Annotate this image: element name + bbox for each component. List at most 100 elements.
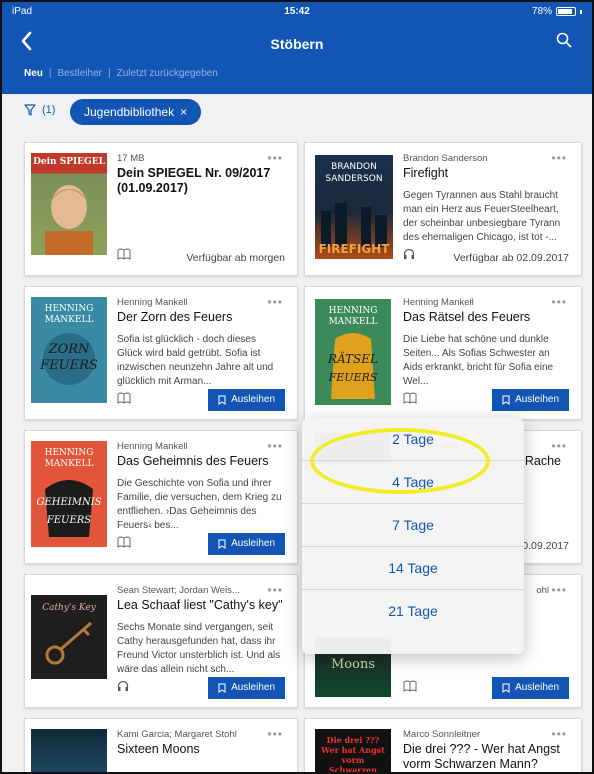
book-title: Sixteen Moons (117, 742, 200, 756)
book-description: Gegen Tyrannen aus Stahl braucht man ein… (403, 190, 561, 243)
book-card[interactable]: HENNING MANKELL ZORN FEUERS Henning Mankell… (24, 286, 298, 420)
search-button[interactable] (556, 32, 574, 50)
book-description: Die Geschichte von Sofia und ihrer Famil… (117, 478, 282, 531)
cover-art: BRANDON SANDERSON FIREFIGHT (319, 162, 391, 256)
book-author: Henning Mankell (117, 297, 188, 308)
book-cover (31, 729, 107, 772)
tab-neu[interactable]: Neu (24, 68, 43, 79)
bookmark-icon (218, 683, 226, 693)
svg-text:BRANDON: BRANDON (331, 162, 377, 172)
more-options-button[interactable]: ••• (267, 151, 283, 165)
book-title: Lea Schaaf liest "Cathy's key" (117, 598, 283, 612)
borrow-button[interactable]: Ausleihen (208, 677, 285, 699)
svg-text:FEUERS: FEUERS (328, 371, 378, 384)
book-card[interactable]: HENNING MANKELL GEHEIMNIS FEUERS Henning Ma… (24, 430, 298, 564)
filter-chip[interactable]: Jugendbibliothek × (70, 99, 202, 125)
tab-zuletzt-zurueckgegeben[interactable]: Zuletzt zurückgegeben (117, 68, 218, 79)
book-meta: Sean Stewart; Jordan Weis... Lea Schaaf … (117, 585, 283, 677)
book-card[interactable]: HENNING MANKELL RÄTSEL FEUERS Henning Manke… (304, 286, 582, 420)
more-options-button[interactable]: ••• (267, 583, 283, 597)
book-title: Die drei ??? - Wer hat Angst vorm Schwar… (403, 742, 560, 771)
svg-text:HENNING: HENNING (329, 306, 378, 316)
bookmark-icon (218, 539, 226, 549)
svg-text:FEUERS: FEUERS (39, 358, 98, 373)
battery-indicator: 78% (532, 6, 582, 17)
more-options-button[interactable]: ••• (551, 583, 567, 597)
book-cover: Die drei ??? Wer hat Angst vorm Schwarze… (315, 729, 391, 772)
more-options-button[interactable]: ••• (551, 151, 567, 165)
filter-button[interactable]: (1) (24, 104, 55, 116)
battery-percent: 78% (531, 6, 552, 17)
book-description: Sechs Monate sind vergangen, seit Cathy … (117, 622, 281, 675)
book-author: Henning Mankell (403, 297, 474, 308)
cover-title: Dein SPIEGEL (33, 157, 105, 167)
book-icon (403, 680, 417, 695)
book-meta: Kami Garcia; Margaret Stohl Sixteen Moon… (117, 729, 283, 757)
loan-option-7-days[interactable]: 7 Tage (302, 504, 524, 547)
chip-remove-icon[interactable]: × (180, 99, 187, 125)
book-description: Die Liebe hat schöne und dunkle Seiten..… (403, 334, 554, 387)
book-author: Marco Sonnleitner (403, 729, 481, 740)
book-cover: HENNING MANKELL GEHEIMNIS FEUERS (31, 441, 107, 547)
svg-text:MANKELL: MANKELL (329, 317, 378, 327)
tab-bestleiher[interactable]: Bestleiher (58, 68, 102, 79)
filter-count: (1) (42, 104, 56, 116)
more-options-button[interactable]: ••• (551, 439, 567, 453)
svg-text:HENNING: HENNING (45, 304, 94, 314)
portrait-illustration (45, 185, 93, 255)
clock: 15:42 (284, 6, 310, 17)
book-author: Henning Mankell (117, 441, 188, 452)
book-cover: HENNING MANKELL ZORN FEUERS (31, 297, 107, 403)
svg-text:SANDERSON: SANDERSON (325, 174, 382, 184)
book-author: Sean Stewart; Jordan Weis... (117, 585, 240, 596)
book-card[interactable]: Cathy's Key Sean Stewart; Jordan Weis...… (24, 574, 298, 708)
book-meta: Henning Mankell Das Rätsel des Feuers Di… (403, 297, 567, 389)
nav-bar: Stöbern (2, 28, 592, 58)
filter-icon (24, 104, 36, 116)
more-options-button[interactable]: ••• (267, 727, 283, 741)
page-title: Stöbern (270, 36, 324, 52)
borrow-button[interactable]: Ausleihen (208, 533, 285, 555)
book-card[interactable]: Die drei ??? Wer hat Angst vorm Schwarze… (304, 718, 582, 772)
svg-text:HENNING: HENNING (45, 448, 94, 458)
svg-text:MANKELL: MANKELL (45, 459, 94, 469)
more-options-button[interactable]: ••• (551, 295, 567, 309)
filter-bar: (1) Jugendbibliothek × (2, 94, 592, 132)
book-meta: Henning Mankell Das Geheimnis des Feuers… (117, 441, 283, 533)
borrow-label: Ausleihen (231, 538, 275, 549)
borrow-button[interactable]: Ausleihen (492, 677, 569, 699)
book-card[interactable]: BRANDON SANDERSON FIREFIGHT Brandon Sander… (304, 142, 582, 276)
cover-art: HENNINGMANKELL GEHEIMNIS FEUERS (36, 448, 102, 537)
key-illustration (45, 621, 92, 665)
more-options-button[interactable]: ••• (551, 727, 567, 741)
borrow-label: Ausleihen (231, 682, 275, 693)
book-meta: Brandon Sanderson Firefight Gegen Tyrann… (403, 153, 567, 245)
bookmark-icon (218, 395, 226, 405)
loan-option-14-days[interactable]: 14 Tage (302, 547, 524, 590)
book-card[interactable]: Kami Garcia; Margaret Stohl Sixteen Moon… (24, 718, 298, 772)
search-icon (556, 32, 572, 48)
availability-label: Verfügbar ab 02.09.2017 (453, 252, 569, 264)
loan-option-21-days[interactable]: 21 Tage (302, 590, 524, 633)
borrow-label: Ausleihen (515, 682, 559, 693)
borrow-button[interactable]: Ausleihen (208, 389, 285, 411)
book-cover: Dein SPIEGEL (31, 153, 107, 255)
book-card[interactable]: Dein SPIEGEL 17 MB Dein SPIEGEL Nr. 09/2… (24, 142, 298, 276)
book-cover: Cathy's Key (31, 595, 107, 679)
cover-art: HENNINGMANKELL ZORNFEUERS (39, 304, 98, 385)
book-author: Brandon Sanderson (403, 153, 488, 164)
book-description: Sofia ist glücklich - doch dieses Glück … (117, 334, 274, 387)
bookmark-icon (502, 683, 510, 693)
battery-icon (556, 7, 576, 16)
book-meta: Marco Sonnleitner Die drei ??? - Wer hat… (403, 729, 567, 772)
book-author: 17 MB (117, 153, 145, 164)
more-options-button[interactable]: ••• (267, 439, 283, 453)
svg-text:FEUERS: FEUERS (46, 515, 91, 526)
borrow-button[interactable]: Ausleihen (492, 389, 569, 411)
book-meta: Henning Mankell Der Zorn des Feuers Sofi… (117, 297, 283, 389)
more-options-button[interactable]: ••• (267, 295, 283, 309)
book-title: Das Rätsel des Feuers (403, 310, 531, 324)
svg-text:GEHEIMNIS: GEHEIMNIS (36, 497, 101, 508)
svg-text:ZORN: ZORN (48, 342, 90, 357)
ipad-screen: iPad 15:42 78% Stöbern Neu | Bestleiher … (0, 0, 594, 774)
